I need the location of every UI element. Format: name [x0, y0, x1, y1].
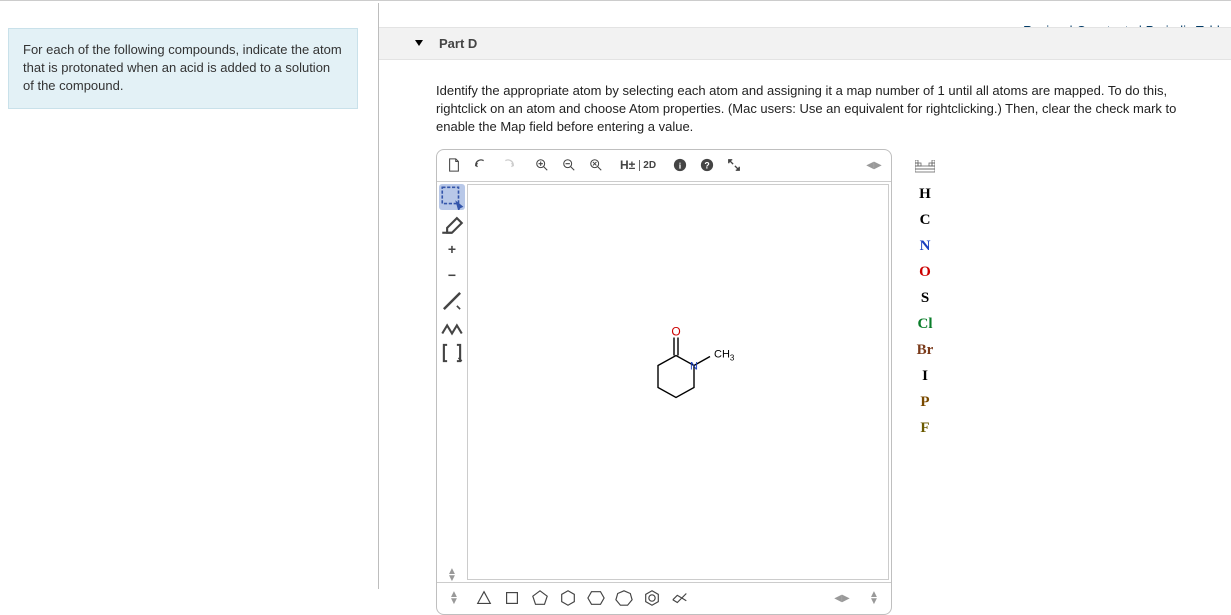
element-br[interactable]: Br — [908, 338, 942, 364]
part-instruction: Identify the appropriate atom by selecti… — [379, 60, 1231, 149]
structure-editor: H± 2D i ? ◀▶ — [436, 149, 892, 615]
square-ring-icon[interactable] — [501, 587, 523, 609]
help-icon[interactable]: ? — [694, 152, 720, 178]
undo-icon[interactable] — [468, 152, 494, 178]
bracket-tool-icon[interactable] — [439, 340, 465, 366]
svg-text:?: ? — [704, 161, 709, 171]
element-f[interactable]: F — [908, 416, 942, 442]
editor-toolbar-top: H± 2D i ? ◀▶ — [437, 150, 891, 182]
scroll-bottom-vert-left[interactable]: ▲▼ — [441, 591, 467, 605]
element-c[interactable]: C — [908, 208, 942, 234]
marquee-tool-icon[interactable] — [439, 184, 465, 210]
drawing-canvas[interactable]: O N CH3 — [467, 184, 889, 580]
tool-column-left: + − ▲▼ — [437, 182, 467, 582]
scroll-top-horiz[interactable]: ◀▶ — [861, 160, 887, 171]
charge-plus-tool[interactable]: + — [439, 236, 465, 262]
part-label: Part D — [439, 36, 477, 51]
2d-toggle[interactable]: 2D — [639, 160, 659, 171]
element-n[interactable]: N — [908, 234, 942, 260]
methyl-group[interactable]: CH3 — [714, 348, 735, 362]
hydrogen-toggle[interactable]: H± — [617, 158, 638, 172]
part-header[interactable]: Part D — [379, 27, 1231, 60]
zoom-reset-icon[interactable] — [583, 152, 609, 178]
triangle-ring-icon[interactable] — [473, 587, 495, 609]
hexagon-ring-icon[interactable] — [557, 587, 579, 609]
element-h[interactable]: H — [908, 182, 942, 208]
question-prompt: For each of the following compounds, ind… — [8, 28, 358, 109]
scroll-bottom-vert-right[interactable]: ▲▼ — [861, 591, 887, 605]
element-panel: HCNOSClBrIPF — [908, 152, 942, 442]
element-o[interactable]: O — [908, 260, 942, 286]
benzene-ring-icon[interactable] — [641, 587, 663, 609]
oxygen-atom[interactable]: O — [671, 325, 680, 338]
zoom-in-icon[interactable] — [529, 152, 555, 178]
fullscreen-icon[interactable] — [721, 152, 747, 178]
new-document-icon[interactable] — [441, 152, 467, 178]
single-bond-tool-icon[interactable] — [439, 288, 465, 314]
caret-down-icon — [415, 40, 423, 46]
scroll-left-vert[interactable]: ▲▼ — [439, 568, 465, 582]
nitrogen-atom[interactable]: N — [690, 360, 698, 372]
element-i[interactable]: I — [908, 364, 942, 390]
chair-ring-icon[interactable] — [669, 587, 691, 609]
pentagon-ring-icon[interactable] — [529, 587, 551, 609]
element-s[interactable]: S — [908, 286, 942, 312]
info-icon[interactable]: i — [667, 152, 693, 178]
periodic-grid-icon[interactable] — [908, 152, 942, 182]
hexagon-alt-ring-icon[interactable] — [585, 587, 607, 609]
element-p[interactable]: P — [908, 390, 942, 416]
heptagon-ring-icon[interactable] — [613, 587, 635, 609]
editor-toolbar-bottom: ▲▼ ◀▶ ▲▼ — [437, 582, 891, 614]
zoom-out-icon[interactable] — [556, 152, 582, 178]
scroll-bottom-horiz[interactable]: ◀▶ — [829, 593, 855, 604]
charge-minus-tool[interactable]: − — [439, 262, 465, 288]
eraser-tool-icon[interactable] — [439, 210, 465, 236]
element-cl[interactable]: Cl — [908, 312, 942, 338]
chain-tool-icon[interactable] — [439, 314, 465, 340]
molecule-structure: O N CH3 — [618, 325, 738, 438]
redo-icon — [495, 152, 521, 178]
